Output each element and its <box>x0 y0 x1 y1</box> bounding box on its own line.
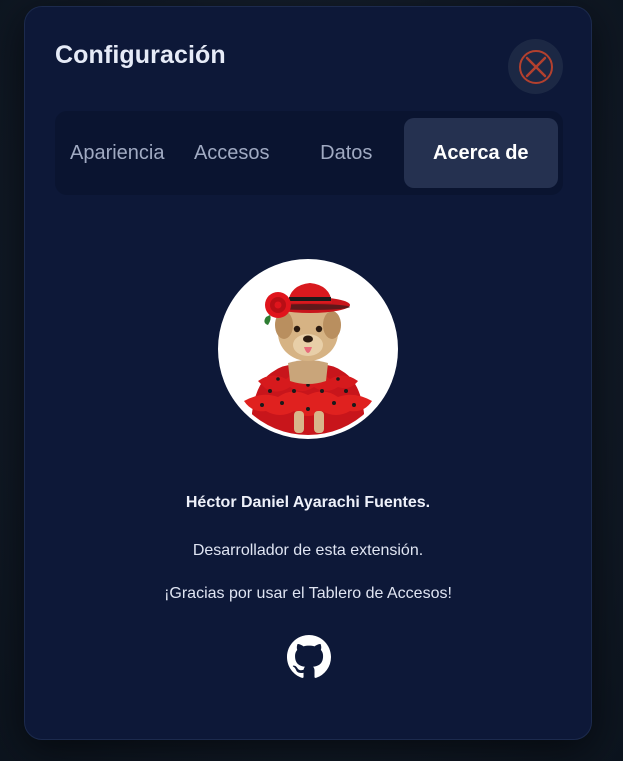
settings-dialog: Configuración Apariencia Accesos Datos A… <box>24 6 592 740</box>
author-role: Desarrollador de esta extensión. <box>192 542 424 559</box>
thanks-message: ¡Gracias por usar el Tablero de Accesos! <box>164 585 452 602</box>
close-icon <box>518 49 553 84</box>
author-name: Héctor Daniel Ayarachi Fuentes. <box>185 494 431 511</box>
settings-tabs: Apariencia Accesos Datos Acerca de <box>55 111 563 195</box>
author-avatar <box>218 259 398 439</box>
github-icon <box>287 635 331 678</box>
dog-avatar-icon <box>222 263 394 435</box>
dialog-title: Configuración <box>55 41 226 69</box>
tab-acerca-de[interactable]: Acerca de <box>403 118 558 188</box>
github-link[interactable] <box>287 635 331 679</box>
tab-datos[interactable]: Datos <box>289 118 404 188</box>
tab-apariencia[interactable]: Apariencia <box>60 118 175 188</box>
close-button[interactable] <box>508 39 563 94</box>
tab-accesos[interactable]: Accesos <box>175 118 290 188</box>
